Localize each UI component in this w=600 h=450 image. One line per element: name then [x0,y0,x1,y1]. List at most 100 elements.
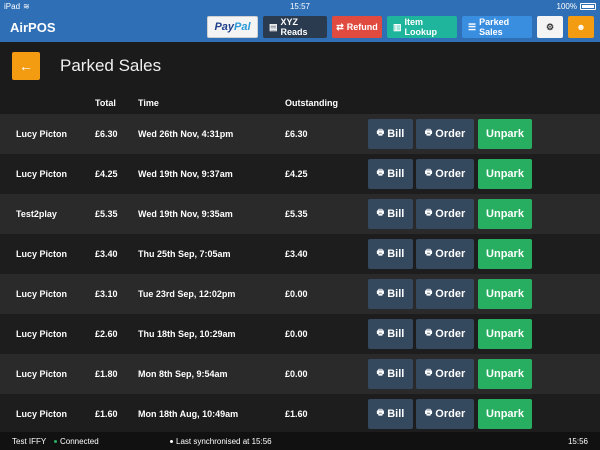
gear-icon: ⚙ [545,21,555,32]
footer-clock: 15:56 [567,436,588,446]
bill-button[interactable]: 🖶 Bill [368,359,413,389]
printer-icon: 🖶 [376,208,385,217]
customer-name: Lucy Picton [16,409,68,419]
refund-button[interactable]: ⇄ Refund [332,16,382,38]
unpark-button[interactable]: Unpark [478,199,532,229]
printer-icon: 🖶 [376,248,385,257]
sale-time: Thu 18th Sep, 10:29am [138,329,236,339]
unpark-button[interactable]: Unpark [478,279,532,309]
store-name: Test IFFY [12,436,47,446]
refund-icon: ⇄ [336,21,344,32]
sale-total: £5.35 [95,209,118,219]
printer-icon: 🖶 [424,288,433,297]
bill-button[interactable]: 🖶 Bill [368,239,413,269]
customer-name: Lucy Picton [16,249,68,259]
report-icon: ▤ [269,21,278,32]
sale-time: Thu 25th Sep, 7:05am [138,249,231,259]
xyz-reads-button[interactable]: ▤ XYZ Reads [263,16,327,38]
order-button[interactable]: 🖶 Order [416,399,474,429]
refund-label: Refund [346,22,378,32]
sale-outstanding: £4.25 [285,169,308,179]
order-label: Order [435,408,466,420]
order-label: Order [435,208,466,220]
parked-icon: ☰ [468,21,477,32]
bill-button[interactable]: 🖶 Bill [368,399,413,429]
printer-icon: 🖶 [424,208,433,217]
order-label: Order [435,128,466,140]
battery-icon [580,2,596,10]
sync-dot-icon [170,439,173,443]
sale-outstanding: £0.00 [285,369,308,379]
unpark-button[interactable]: Unpark [478,319,532,349]
column-time: Time [138,98,159,108]
table-row: Test2play £5.35 Wed 19th Nov, 9:35am £5.… [0,194,600,234]
order-label: Order [435,288,466,300]
sale-total: £2.60 [95,329,118,339]
unpark-button[interactable]: Unpark [478,359,532,389]
status-time: 15:57 [289,1,311,11]
sale-time: Wed 19th Nov, 9:35am [138,209,233,219]
xyz-reads-label: XYZ Reads [280,17,308,37]
bill-button[interactable]: 🖶 Bill [368,119,413,149]
table-row: Lucy Picton £4.25 Wed 19th Nov, 9:37am £… [0,154,600,194]
order-button[interactable]: 🖶 Order [416,159,474,189]
printer-icon: 🖶 [376,328,385,337]
unpark-button[interactable]: Unpark [478,159,532,189]
battery-percent: 100% [556,1,577,11]
sale-total: £1.60 [95,409,118,419]
printer-icon: 🖶 [376,408,385,417]
sale-outstanding: £6.30 [285,129,308,139]
printer-icon: 🖶 [424,248,433,257]
order-button[interactable]: 🖶 Order [416,319,474,349]
sync-status: Last synchronised at 15:56 [170,437,272,446]
bill-button[interactable]: 🖶 Bill [368,319,413,349]
order-button[interactable]: 🖶 Order [416,279,474,309]
table-row: Lucy Picton £1.60 Mon 18th Aug, 10:49am … [0,394,600,434]
settings-button[interactable]: ⚙ [537,16,563,38]
parked-sales-button[interactable]: ☰ Parked Sales [462,16,532,38]
bill-label: Bill [387,128,405,140]
unpark-button[interactable]: Unpark [478,119,532,149]
sale-outstanding: £3.40 [285,249,308,259]
sale-time: Mon 18th Aug, 10:49am [138,409,239,419]
order-button[interactable]: 🖶 Order [416,359,474,389]
paypal-logo-pay: Pay [214,21,235,33]
order-button[interactable]: 🖶 Order [416,239,474,269]
table-row: Lucy Picton £2.60 Thu 18th Sep, 10:29am … [0,314,600,354]
table-row: Lucy Picton £3.10 Tue 23rd Sep, 12:02pm … [0,274,600,314]
bill-label: Bill [387,248,405,260]
unpark-button[interactable]: Unpark [478,399,532,429]
unpark-button[interactable]: Unpark [478,239,532,269]
back-button[interactable]: ← [12,52,40,80]
customer-name: Lucy Picton [16,129,68,139]
user-button[interactable]: ☻ [568,16,594,38]
customer-name: Lucy Picton [16,329,68,339]
sale-outstanding: £0.00 [285,289,308,299]
top-navbar: AirPOS Pay Pal ▤ XYZ Reads ⇄ Refund ▥ Item L… [0,12,600,42]
table-row: Lucy Picton £3.40 Thu 25th Sep, 7:05am £… [0,234,600,274]
bill-button[interactable]: 🖶 Bill [368,279,413,309]
order-label: Order [435,368,466,380]
customer-name: Lucy Picton [16,369,68,379]
connection-label: Connected [60,436,99,446]
parked-sales-label: Parked Sales [479,17,510,37]
bill-label: Bill [387,208,405,220]
sale-total: £4.25 [95,169,118,179]
customer-name: Test2play [16,209,57,219]
bill-label: Bill [387,168,405,180]
order-button[interactable]: 🖶 Order [416,119,474,149]
paypal-logo-pal: Pal [234,21,251,33]
printer-icon: 🖶 [424,408,433,417]
connection-status: Connected [54,437,99,446]
sale-total: £1.80 [95,369,118,379]
item-lookup-button[interactable]: ▥ Item Lookup [387,16,457,38]
status-footer: Test IFFY Connected Last synchronised at… [0,432,600,450]
customer-name: Lucy Picton [16,289,68,299]
column-outstanding: Outstanding [285,98,338,108]
bill-button[interactable]: 🖶 Bill [368,159,413,189]
paypal-button[interactable]: Pay Pal [207,16,258,38]
bill-button[interactable]: 🖶 Bill [368,199,413,229]
order-button[interactable]: 🖶 Order [416,199,474,229]
printer-icon: 🖶 [376,128,385,137]
sale-outstanding: £0.00 [285,329,308,339]
